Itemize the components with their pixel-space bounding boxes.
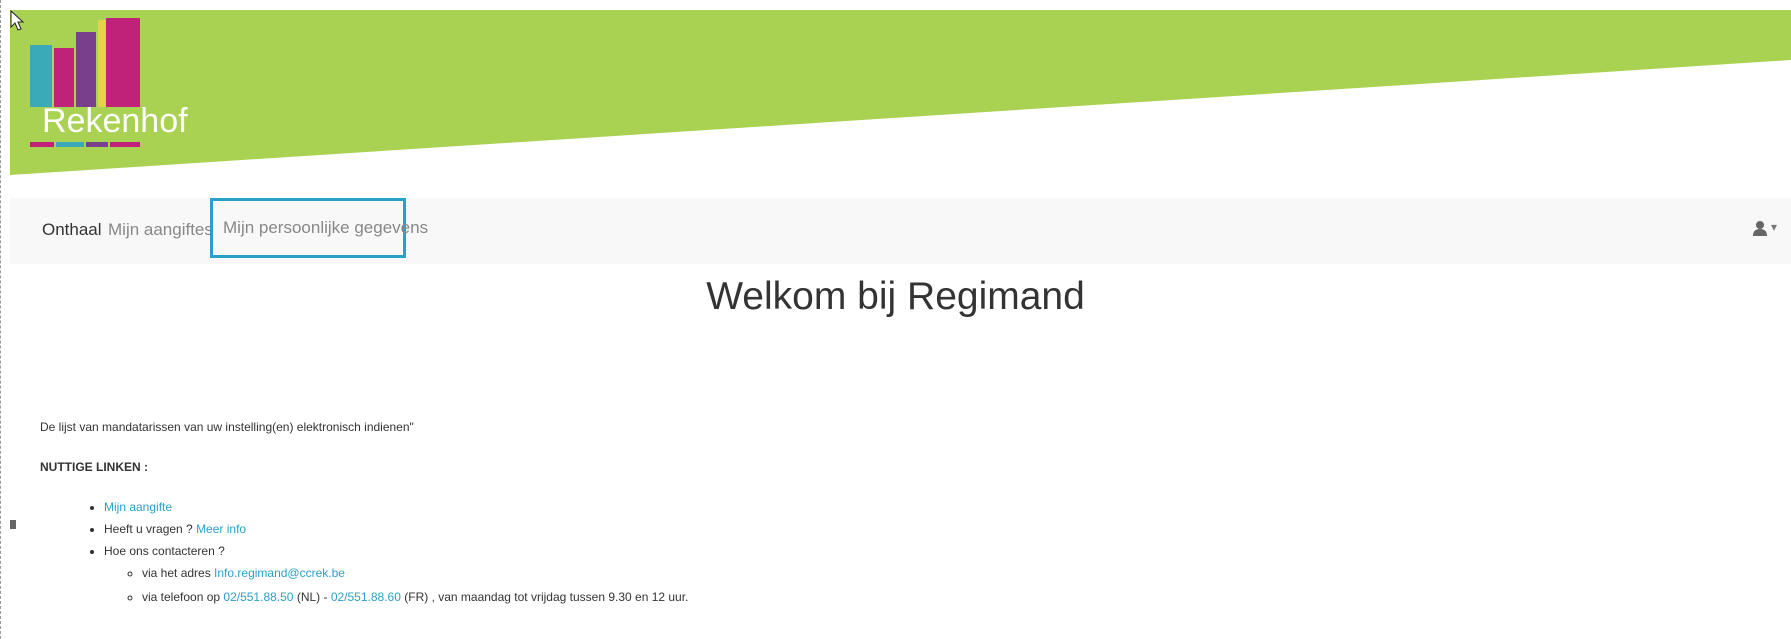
list-item: Heeft u vragen ? Meer info (104, 522, 688, 536)
user-menu-caret-icon: ▾ (1770, 220, 1777, 235)
site-header: Rekenhof (10, 10, 1791, 198)
intro-text: De lijst van mandatarissen van uw instel… (40, 420, 414, 434)
user-menu[interactable]: ▾ (1752, 220, 1777, 236)
nav-personal-data-link[interactable]: Mijn persoonlijke gegevens (210, 198, 428, 258)
list-item: Mijn aangifte (104, 500, 688, 514)
contact-heading: Hoe ons contacteren ? (104, 544, 225, 558)
nav-home-link[interactable]: Onthaal (42, 220, 102, 240)
more-info-link[interactable]: Meer info (196, 522, 246, 536)
nav-declarations-link[interactable]: Mijn aangiftes (108, 220, 213, 240)
useful-links-list: Mijn aangifte Heeft u vragen ? Meer info… (40, 500, 688, 614)
page-title: Welkom bij Regimand (706, 275, 1085, 318)
my-declaration-link[interactable]: Mijn aangifte (104, 500, 172, 514)
contact-list: via het adres Info.regimand@ccrek.be via… (104, 566, 688, 604)
email-link[interactable]: Info.regimand@ccrek.be (214, 566, 345, 580)
address-label: via het adres (142, 566, 215, 580)
page-left-border (0, 0, 1, 639)
phone-label: via telefoon op (142, 590, 224, 604)
phone-nl-suffix: (NL) - (293, 590, 331, 604)
resize-handle[interactable] (10, 520, 16, 529)
main-navbar: Onthaal Mijn aangiftes Mijn persoonlijke… (10, 198, 1791, 264)
list-item: via telefoon op 02/551.88.50 (NL) - 02/5… (142, 590, 688, 604)
mouse-pointer-icon (10, 10, 25, 31)
phone-nl-link[interactable]: 02/551.88.50 (223, 590, 293, 604)
questions-text: Heeft u vragen ? (104, 522, 197, 536)
phone-hours-text: (FR) , van maandag tot vrijdag tussen 9.… (400, 590, 689, 604)
useful-links-heading: NUTTIGE LINKEN : (40, 460, 148, 474)
header-green-banner (10, 10, 1791, 175)
list-item: Hoe ons contacteren ? via het adres Info… (104, 544, 688, 604)
list-item: via het adres Info.regimand@ccrek.be (142, 566, 688, 580)
logo-text: Rekenhof (42, 102, 188, 140)
rekenhof-logo[interactable]: Rekenhof (20, 10, 188, 160)
phone-fr-link[interactable]: 02/551.88.60 (331, 590, 401, 604)
user-icon (1752, 221, 1767, 236)
